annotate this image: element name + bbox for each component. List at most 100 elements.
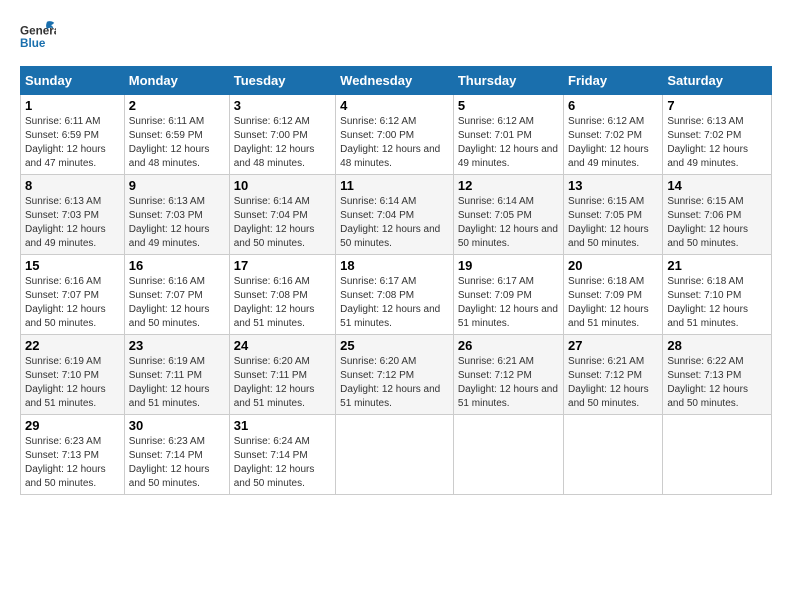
day-info: Sunrise: 6:14 AM Sunset: 7:05 PM Dayligh…	[458, 195, 559, 251]
day-number: 3	[234, 98, 331, 113]
day-info: Sunrise: 6:18 AM Sunset: 7:09 PM Dayligh…	[568, 275, 658, 331]
calendar-cell: 30 Sunrise: 6:23 AM Sunset: 7:14 PM Dayl…	[124, 415, 229, 495]
calendar-cell: 6 Sunrise: 6:12 AM Sunset: 7:02 PM Dayli…	[564, 95, 663, 175]
day-info: Sunrise: 6:21 AM Sunset: 7:12 PM Dayligh…	[458, 355, 559, 411]
week-row-3: 15 Sunrise: 6:16 AM Sunset: 7:07 PM Dayl…	[21, 255, 772, 335]
day-info: Sunrise: 6:18 AM Sunset: 7:10 PM Dayligh…	[667, 275, 767, 331]
day-number: 30	[129, 418, 225, 433]
calendar-cell: 1 Sunrise: 6:11 AM Sunset: 6:59 PM Dayli…	[21, 95, 125, 175]
calendar-cell: 21 Sunrise: 6:18 AM Sunset: 7:10 PM Dayl…	[663, 255, 772, 335]
day-number: 6	[568, 98, 658, 113]
calendar-cell: 13 Sunrise: 6:15 AM Sunset: 7:05 PM Dayl…	[564, 175, 663, 255]
calendar-cell: 29 Sunrise: 6:23 AM Sunset: 7:13 PM Dayl…	[21, 415, 125, 495]
calendar-table: SundayMondayTuesdayWednesdayThursdayFrid…	[20, 66, 772, 495]
calendar-cell: 10 Sunrise: 6:14 AM Sunset: 7:04 PM Dayl…	[229, 175, 335, 255]
day-number: 2	[129, 98, 225, 113]
day-number: 28	[667, 338, 767, 353]
day-info: Sunrise: 6:21 AM Sunset: 7:12 PM Dayligh…	[568, 355, 658, 411]
header-sunday: Sunday	[21, 67, 125, 95]
day-number: 22	[25, 338, 120, 353]
day-info: Sunrise: 6:24 AM Sunset: 7:14 PM Dayligh…	[234, 435, 331, 491]
calendar-cell: 12 Sunrise: 6:14 AM Sunset: 7:05 PM Dayl…	[453, 175, 563, 255]
week-row-4: 22 Sunrise: 6:19 AM Sunset: 7:10 PM Dayl…	[21, 335, 772, 415]
day-info: Sunrise: 6:19 AM Sunset: 7:10 PM Dayligh…	[25, 355, 120, 411]
day-number: 5	[458, 98, 559, 113]
day-number: 10	[234, 178, 331, 193]
calendar-cell: 11 Sunrise: 6:14 AM Sunset: 7:04 PM Dayl…	[336, 175, 454, 255]
calendar-cell: 25 Sunrise: 6:20 AM Sunset: 7:12 PM Dayl…	[336, 335, 454, 415]
day-info: Sunrise: 6:14 AM Sunset: 7:04 PM Dayligh…	[234, 195, 331, 251]
page-header: GeneralBlue	[20, 20, 772, 56]
calendar-cell: 14 Sunrise: 6:15 AM Sunset: 7:06 PM Dayl…	[663, 175, 772, 255]
day-info: Sunrise: 6:16 AM Sunset: 7:07 PM Dayligh…	[25, 275, 120, 331]
day-info: Sunrise: 6:11 AM Sunset: 6:59 PM Dayligh…	[129, 115, 225, 171]
calendar-cell: 27 Sunrise: 6:21 AM Sunset: 7:12 PM Dayl…	[564, 335, 663, 415]
day-number: 14	[667, 178, 767, 193]
calendar-cell: 9 Sunrise: 6:13 AM Sunset: 7:03 PM Dayli…	[124, 175, 229, 255]
day-number: 20	[568, 258, 658, 273]
calendar-cell	[564, 415, 663, 495]
header-friday: Friday	[564, 67, 663, 95]
week-row-5: 29 Sunrise: 6:23 AM Sunset: 7:13 PM Dayl…	[21, 415, 772, 495]
calendar-cell: 19 Sunrise: 6:17 AM Sunset: 7:09 PM Dayl…	[453, 255, 563, 335]
day-number: 25	[340, 338, 449, 353]
day-info: Sunrise: 6:16 AM Sunset: 7:08 PM Dayligh…	[234, 275, 331, 331]
day-info: Sunrise: 6:12 AM Sunset: 7:01 PM Dayligh…	[458, 115, 559, 171]
day-number: 18	[340, 258, 449, 273]
day-number: 12	[458, 178, 559, 193]
day-number: 15	[25, 258, 120, 273]
week-row-1: 1 Sunrise: 6:11 AM Sunset: 6:59 PM Dayli…	[21, 95, 772, 175]
week-row-2: 8 Sunrise: 6:13 AM Sunset: 7:03 PM Dayli…	[21, 175, 772, 255]
calendar-cell: 5 Sunrise: 6:12 AM Sunset: 7:01 PM Dayli…	[453, 95, 563, 175]
day-number: 23	[129, 338, 225, 353]
day-info: Sunrise: 6:15 AM Sunset: 7:05 PM Dayligh…	[568, 195, 658, 251]
day-number: 21	[667, 258, 767, 273]
day-number: 11	[340, 178, 449, 193]
calendar-cell: 2 Sunrise: 6:11 AM Sunset: 6:59 PM Dayli…	[124, 95, 229, 175]
day-info: Sunrise: 6:13 AM Sunset: 7:03 PM Dayligh…	[129, 195, 225, 251]
day-number: 4	[340, 98, 449, 113]
day-number: 1	[25, 98, 120, 113]
day-info: Sunrise: 6:15 AM Sunset: 7:06 PM Dayligh…	[667, 195, 767, 251]
day-number: 8	[25, 178, 120, 193]
calendar-cell: 7 Sunrise: 6:13 AM Sunset: 7:02 PM Dayli…	[663, 95, 772, 175]
day-number: 16	[129, 258, 225, 273]
calendar-cell: 28 Sunrise: 6:22 AM Sunset: 7:13 PM Dayl…	[663, 335, 772, 415]
day-info: Sunrise: 6:12 AM Sunset: 7:02 PM Dayligh…	[568, 115, 658, 171]
header-wednesday: Wednesday	[336, 67, 454, 95]
day-info: Sunrise: 6:13 AM Sunset: 7:03 PM Dayligh…	[25, 195, 120, 251]
calendar-cell: 26 Sunrise: 6:21 AM Sunset: 7:12 PM Dayl…	[453, 335, 563, 415]
calendar-cell: 22 Sunrise: 6:19 AM Sunset: 7:10 PM Dayl…	[21, 335, 125, 415]
day-number: 31	[234, 418, 331, 433]
day-number: 27	[568, 338, 658, 353]
calendar-cell: 18 Sunrise: 6:17 AM Sunset: 7:08 PM Dayl…	[336, 255, 454, 335]
day-info: Sunrise: 6:23 AM Sunset: 7:13 PM Dayligh…	[25, 435, 120, 491]
calendar-cell	[663, 415, 772, 495]
day-number: 29	[25, 418, 120, 433]
header-tuesday: Tuesday	[229, 67, 335, 95]
calendar-cell: 16 Sunrise: 6:16 AM Sunset: 7:07 PM Dayl…	[124, 255, 229, 335]
calendar-cell	[453, 415, 563, 495]
header-monday: Monday	[124, 67, 229, 95]
day-number: 7	[667, 98, 767, 113]
day-info: Sunrise: 6:23 AM Sunset: 7:14 PM Dayligh…	[129, 435, 225, 491]
calendar-cell	[336, 415, 454, 495]
day-info: Sunrise: 6:13 AM Sunset: 7:02 PM Dayligh…	[667, 115, 767, 171]
calendar-cell: 15 Sunrise: 6:16 AM Sunset: 7:07 PM Dayl…	[21, 255, 125, 335]
logo: GeneralBlue	[20, 20, 56, 56]
day-number: 13	[568, 178, 658, 193]
day-info: Sunrise: 6:20 AM Sunset: 7:11 PM Dayligh…	[234, 355, 331, 411]
header-saturday: Saturday	[663, 67, 772, 95]
day-number: 26	[458, 338, 559, 353]
header-row: SundayMondayTuesdayWednesdayThursdayFrid…	[21, 67, 772, 95]
calendar-cell: 4 Sunrise: 6:12 AM Sunset: 7:00 PM Dayli…	[336, 95, 454, 175]
day-info: Sunrise: 6:12 AM Sunset: 7:00 PM Dayligh…	[340, 115, 449, 171]
day-info: Sunrise: 6:14 AM Sunset: 7:04 PM Dayligh…	[340, 195, 449, 251]
calendar-cell: 17 Sunrise: 6:16 AM Sunset: 7:08 PM Dayl…	[229, 255, 335, 335]
calendar-cell: 23 Sunrise: 6:19 AM Sunset: 7:11 PM Dayl…	[124, 335, 229, 415]
day-info: Sunrise: 6:22 AM Sunset: 7:13 PM Dayligh…	[667, 355, 767, 411]
day-number: 24	[234, 338, 331, 353]
day-info: Sunrise: 6:17 AM Sunset: 7:08 PM Dayligh…	[340, 275, 449, 331]
calendar-cell: 31 Sunrise: 6:24 AM Sunset: 7:14 PM Dayl…	[229, 415, 335, 495]
day-number: 9	[129, 178, 225, 193]
